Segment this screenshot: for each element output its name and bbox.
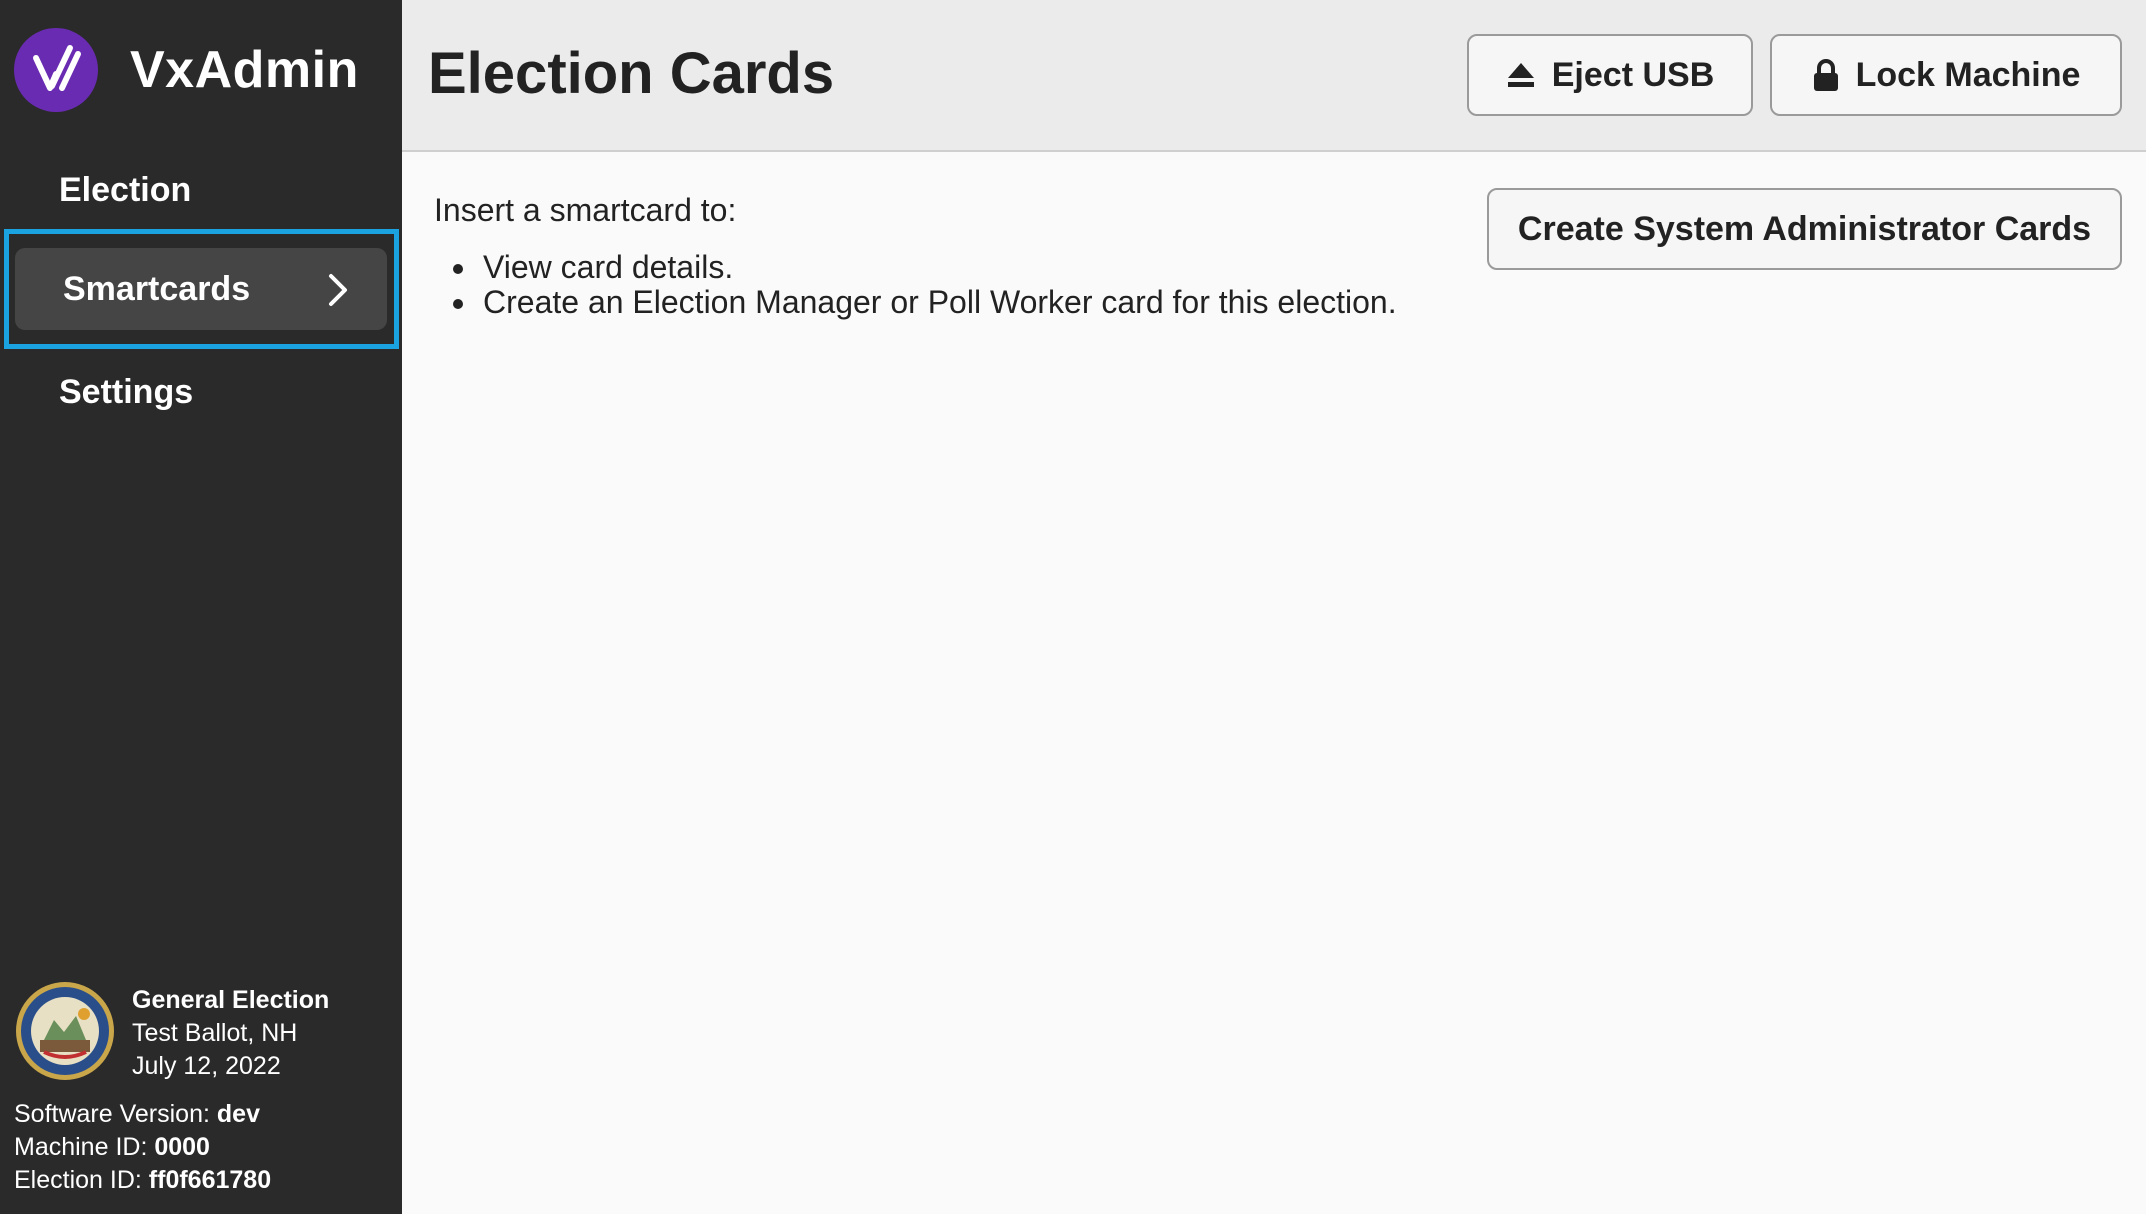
election-info: General Election Test Ballot, NH July 12… (14, 980, 329, 1083)
lock-machine-label: Lock Machine (1855, 55, 2081, 94)
machine-id: Machine ID: 0000 (14, 1131, 271, 1164)
eject-icon (1507, 63, 1534, 87)
sidebar-item-election[interactable]: Election (14, 150, 384, 230)
list-item: Create an Election Manager or Poll Worke… (479, 285, 1397, 320)
sidebar-item-label: Smartcards (63, 269, 251, 308)
sidebar-item-smartcards[interactable]: Smartcards (15, 248, 387, 330)
lock-machine-button[interactable]: Lock Machine (1770, 34, 2122, 116)
create-system-admin-cards-label: Create System Administrator Cards (1517, 209, 2092, 248)
state-seal-icon (14, 980, 116, 1082)
sidebar: VxAdmin Election Smartcards Settings Gen… (0, 0, 402, 1214)
sidebar-item-smartcards-focus-ring: Smartcards (4, 229, 399, 349)
sidebar-item-settings[interactable]: Settings (14, 352, 384, 432)
create-system-admin-cards-button[interactable]: Create System Administrator Cards (1487, 188, 2122, 270)
election-id-label: Election ID: (14, 1166, 142, 1194)
chevron-right-icon (327, 272, 349, 317)
software-version-label: Software Version: (14, 1100, 210, 1128)
sidebar-item-label: Settings (59, 372, 194, 411)
app-name: VxAdmin (130, 41, 359, 99)
sidebar-item-label: Election (59, 170, 192, 209)
brand: VxAdmin (14, 28, 359, 112)
smartcard-instructions: Insert a smartcard to: View card details… (434, 186, 1397, 320)
machine-meta: Software Version: dev Machine ID: 0000 E… (14, 1098, 271, 1197)
election-id-value: ff0f661780 (148, 1166, 272, 1194)
page-title: Election Cards (428, 41, 835, 106)
main-content: Election Cards Eject USB Lock Machine In… (402, 0, 2146, 1214)
instruction-text: Insert a smartcard to: (434, 192, 737, 228)
software-version: Software Version: dev (14, 1098, 271, 1131)
app-root: VxAdmin Election Smartcards Settings Gen… (0, 0, 2146, 1214)
software-version-value: dev (216, 1100, 260, 1128)
vx-logo-icon (14, 28, 98, 112)
election-details: General Election Test Ballot, NH July 12… (132, 980, 329, 1083)
machine-id-value: 0000 (154, 1133, 210, 1161)
election-subtitle: Test Ballot, NH (132, 1019, 298, 1047)
eject-usb-label: Eject USB (1551, 55, 1715, 94)
election-id: Election ID: ff0f661780 (14, 1164, 271, 1197)
machine-id-label: Machine ID: (14, 1133, 148, 1161)
page-header: Election Cards Eject USB Lock Machine (402, 0, 2146, 152)
list-item: View card details. (479, 250, 1397, 285)
election-title: General Election (132, 986, 330, 1014)
instruction-list: View card details. Create an Election Ma… (434, 250, 1397, 320)
lock-icon (1813, 59, 1838, 91)
election-date: July 12, 2022 (132, 1052, 281, 1080)
eject-usb-button[interactable]: Eject USB (1467, 34, 1753, 116)
